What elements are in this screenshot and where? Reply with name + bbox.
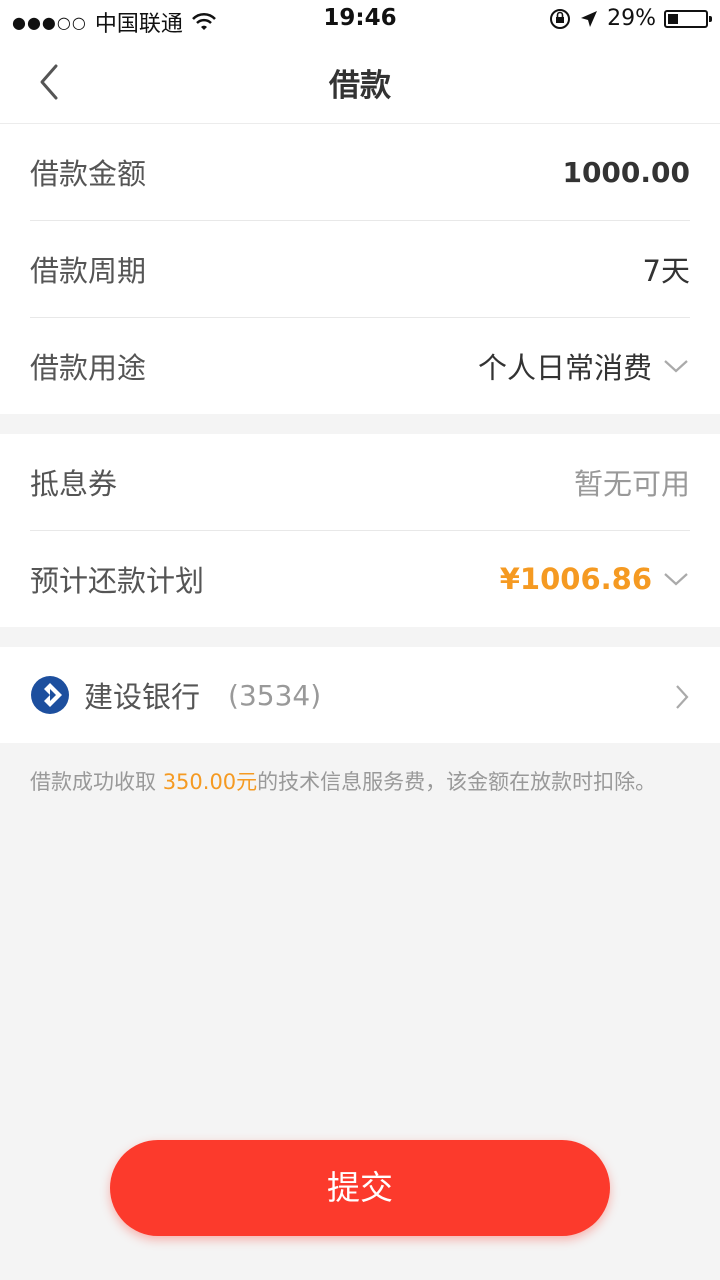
submit-button[interactable]: 提交 [110,1140,610,1236]
battery-icon [664,9,712,28]
orientation-lock-icon [550,8,571,29]
status-bar: ●●●○○ 中国联通 19:46 29% [0,0,720,40]
loan-purpose-value: 个人日常消费 [477,351,652,385]
coupon-row[interactable]: 抵息券 暂无可用 [30,434,690,531]
chevron-down-icon [664,573,688,586]
loan-amount-label: 借款金额 [30,157,147,191]
fee-notice: 借款成功收取 350.00元的技术信息服务费，该金额在放款时扣除。 [0,743,720,821]
loan-purpose-row[interactable]: 借款用途 个人日常消费 [30,318,690,414]
nav-bar: 借款 [0,40,720,124]
loan-purpose-label: 借款用途 [30,351,147,385]
location-arrow-icon [581,10,598,27]
bank-card-row[interactable]: 建设银行 (3534) [0,647,720,743]
bank-logo-icon [31,676,69,714]
loan-period-row: 借款周期 7天 [30,221,690,318]
fee-amount: 350.00元 [162,770,258,794]
repayment-plan-row[interactable]: 预计还款计划 ¥1006.86 [30,531,690,627]
chevron-right-icon [676,685,689,709]
battery-percent: 29% [607,6,656,31]
fee-notice-suffix: 的技术信息服务费，该金额在放款时扣除。 [257,770,657,794]
repayment-plan-label: 预计还款计划 [30,564,205,598]
coupon-label: 抵息券 [30,467,118,501]
loan-amount-value: 1000.00 [562,155,690,189]
repayment-plan-value: ¥1006.86 [499,562,652,596]
loan-info-group: 借款金额 1000.00 借款周期 7天 借款用途 个人日常消费 [0,124,720,414]
loan-period-value: 7天 [642,254,690,288]
battery-level [668,13,679,24]
loan-amount-row: 借款金额 1000.00 [30,124,690,221]
fee-notice-prefix: 借款成功收取 [30,770,163,794]
bank-name: 建设银行 [84,680,201,714]
page-title: 借款 [329,68,391,104]
chevron-down-icon [664,360,688,373]
repayment-group: 抵息券 暂无可用 预计还款计划 ¥1006.86 [0,434,720,627]
loan-period-label: 借款周期 [30,254,147,288]
bank-card-number: (3534) [228,678,322,712]
coupon-value: 暂无可用 [573,467,690,501]
